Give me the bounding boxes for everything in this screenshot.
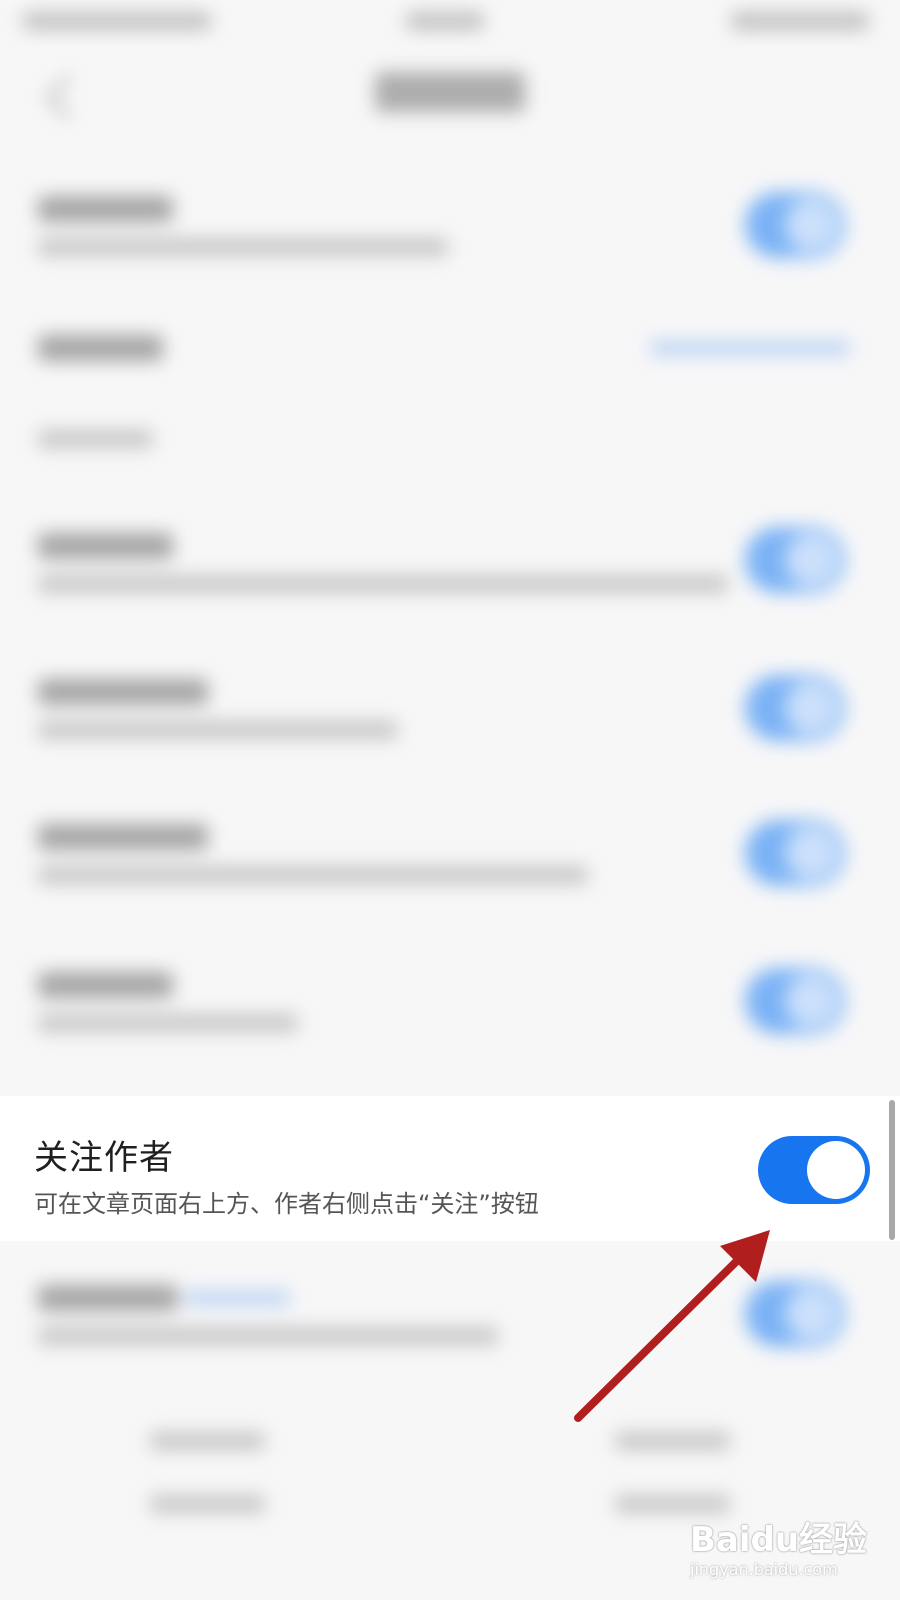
row-link[interactable] — [185, 1291, 290, 1305]
toggle-switch[interactable] — [745, 820, 845, 886]
footer-item[interactable] — [150, 1432, 265, 1450]
back-arrow-icon[interactable] — [45, 75, 90, 120]
scrollbar[interactable] — [889, 1100, 895, 1240]
nav-bar — [0, 44, 900, 154]
row-subtitle — [38, 238, 448, 256]
toggle-switch[interactable] — [745, 675, 845, 741]
footer-item[interactable] — [615, 1432, 730, 1450]
row-subtitle — [38, 1327, 498, 1345]
row-subtitle — [38, 721, 398, 739]
setting-row-1[interactable] — [0, 170, 900, 300]
footer-item[interactable] — [150, 1495, 265, 1513]
section-header — [0, 420, 900, 460]
setting-row-4[interactable] — [0, 655, 900, 780]
row-title — [38, 335, 163, 361]
follow-author-toggle[interactable] — [758, 1136, 870, 1204]
row-subtitle — [38, 866, 588, 884]
row-subtitle — [38, 1014, 298, 1032]
setting-row-6[interactable] — [0, 950, 900, 1075]
setting-title: 关注作者 — [34, 1138, 174, 1178]
toggle-knob — [807, 1141, 865, 1199]
status-time-placeholder — [22, 12, 212, 30]
watermark: Baidu经验 jingyan.baidu.com — [690, 1500, 870, 1590]
row-title — [38, 196, 173, 222]
toggle-switch[interactable] — [745, 192, 845, 258]
setting-row-2[interactable] — [0, 305, 900, 395]
toggle-switch[interactable] — [745, 527, 845, 593]
row-title — [38, 533, 173, 559]
status-bar — [0, 0, 900, 44]
section-label — [38, 430, 153, 448]
battery-icon — [730, 12, 870, 30]
row-title — [38, 972, 173, 998]
watermark-url: jingyan.baidu.com — [690, 1560, 838, 1579]
toggle-switch[interactable] — [745, 1281, 845, 1347]
row-link[interactable] — [650, 341, 850, 355]
row-subtitle — [38, 575, 728, 593]
row-title — [38, 1285, 178, 1311]
setting-row-5[interactable] — [0, 800, 900, 925]
watermark-logo: Baidu经验 — [690, 1520, 868, 1560]
setting-row-8[interactable] — [0, 1255, 900, 1380]
status-center-placeholder — [405, 12, 485, 30]
row-title — [38, 679, 208, 705]
row-title — [38, 824, 208, 850]
setting-row-follow-author[interactable]: 关注作者 可在文章页面右上方、作者右侧点击“关注”按钮 — [0, 1096, 900, 1241]
setting-description: 可在文章页面右上方、作者右侧点击“关注”按钮 — [34, 1190, 539, 1218]
page-title — [375, 72, 525, 112]
blurred-background — [0, 0, 900, 1600]
toggle-switch[interactable] — [745, 968, 845, 1034]
setting-row-3[interactable] — [0, 505, 900, 630]
